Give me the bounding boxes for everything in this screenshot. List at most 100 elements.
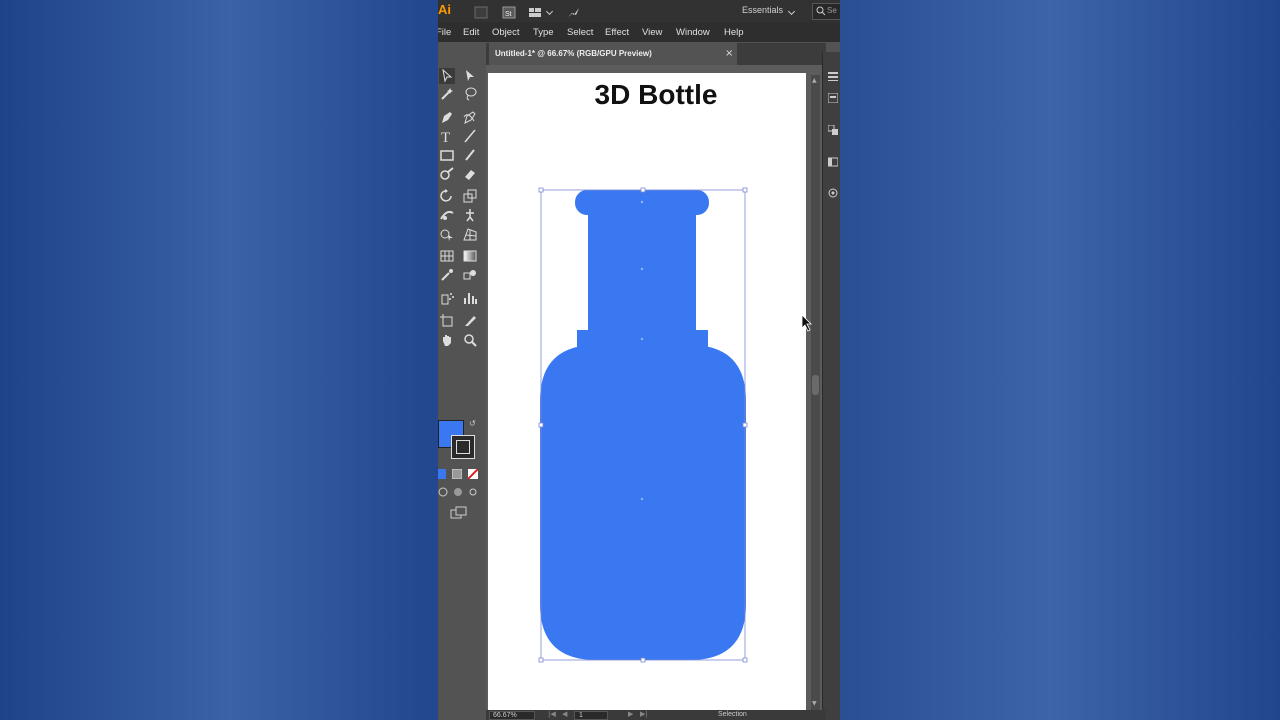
illustrator-window: Ai St Essentials Se File Edit Object Typ… xyxy=(438,0,840,720)
menu-select[interactable]: Select xyxy=(567,27,593,38)
bridge-icon[interactable] xyxy=(474,4,488,19)
artboard-number-field[interactable]: 1 xyxy=(574,711,608,720)
menu-type[interactable]: Type xyxy=(533,27,554,38)
artboard-title[interactable]: 3D Bottle xyxy=(488,79,824,111)
handle-bottom-right[interactable] xyxy=(742,657,748,663)
none-mode-icon[interactable] xyxy=(468,469,478,479)
gradient-tool-icon[interactable] xyxy=(462,248,478,264)
scroll-up-arrow-icon[interactable]: ▲ xyxy=(812,77,817,84)
menu-help[interactable]: Help xyxy=(724,27,744,38)
eraser-tool-icon[interactable] xyxy=(462,166,478,182)
handle-bottom-center[interactable] xyxy=(640,657,646,663)
document-tab-bar: Untitled-1* @ 66.67% (RGB/GPU Preview) × xyxy=(486,43,826,65)
layers-panel-icon[interactable] xyxy=(827,88,839,104)
mouse-cursor-icon xyxy=(801,314,812,332)
shaper-tool-icon[interactable] xyxy=(439,166,455,182)
transform-panel-icon[interactable] xyxy=(828,183,838,198)
zoom-tool-icon[interactable] xyxy=(462,332,478,348)
vertical-scrollbar[interactable]: ▲ ▼ xyxy=(811,75,820,710)
menu-effect[interactable]: Effect xyxy=(605,27,629,38)
first-artboard-icon[interactable]: |◀ xyxy=(548,710,556,718)
next-artboard-icon[interactable]: ▶ xyxy=(628,710,633,718)
paintbrush-tool-icon[interactable] xyxy=(462,147,478,163)
menu-window[interactable]: Window xyxy=(676,27,710,38)
search-icon xyxy=(816,6,826,16)
menu-bar: File Edit Object Type Select Effect View… xyxy=(438,22,840,42)
artboard-tool-icon[interactable] xyxy=(439,313,455,329)
handle-top-center[interactable] xyxy=(640,187,646,193)
artboard[interactable]: 3D Bottle xyxy=(488,73,806,713)
arrange-documents-icon[interactable] xyxy=(528,4,542,17)
slice-tool-icon[interactable] xyxy=(462,313,478,329)
properties-panel-icon[interactable] xyxy=(828,66,838,81)
bottle-body[interactable] xyxy=(540,345,746,660)
search-placeholder: Se xyxy=(827,6,837,15)
type-tool-icon[interactable]: T xyxy=(439,128,455,144)
magic-wand-tool-icon[interactable] xyxy=(439,86,455,102)
stroke-color-swatch[interactable] xyxy=(451,435,475,459)
menu-file[interactable]: File xyxy=(438,27,451,38)
curvature-tool-icon[interactable] xyxy=(462,109,478,125)
zoom-level-field[interactable]: 66.67% xyxy=(489,711,535,720)
hand-tool-icon[interactable] xyxy=(439,332,455,348)
scroll-down-arrow-icon[interactable]: ▼ xyxy=(812,700,817,707)
close-icon[interactable]: × xyxy=(725,48,733,59)
handle-top-left[interactable] xyxy=(538,187,544,193)
blend-tool-icon[interactable] xyxy=(462,267,478,283)
scrollbar-thumb[interactable] xyxy=(812,375,819,395)
svg-text:St: St xyxy=(505,11,512,18)
rotate-tool-icon[interactable] xyxy=(439,188,455,204)
current-tool-status: Selection xyxy=(718,711,747,718)
chevron-down-icon[interactable] xyxy=(545,7,554,16)
panel-dock xyxy=(822,52,840,720)
canvas-area[interactable]: 3D Bottle ▲ ▼ xyxy=(486,65,826,713)
pen-tool-icon[interactable] xyxy=(439,109,455,125)
color-mode-icon[interactable] xyxy=(438,469,446,479)
stock-icon[interactable]: St xyxy=(502,4,516,19)
appearance-panel-icon[interactable] xyxy=(827,152,839,167)
menu-view[interactable]: View xyxy=(642,27,662,38)
svg-text:T: T xyxy=(441,130,450,144)
swap-fill-stroke-icon[interactable]: ↺ xyxy=(469,419,476,428)
bottle-neck[interactable] xyxy=(588,214,696,332)
draw-normal-icon[interactable] xyxy=(438,487,448,497)
workspace-switcher[interactable]: Essentials xyxy=(742,5,783,15)
handle-bottom-left[interactable] xyxy=(538,657,544,663)
selection-tool-icon[interactable] xyxy=(439,68,455,84)
direct-selection-tool-icon[interactable] xyxy=(462,68,478,84)
menu-edit[interactable]: Edit xyxy=(463,27,479,38)
handle-middle-right[interactable] xyxy=(742,422,748,428)
handle-middle-left[interactable] xyxy=(538,422,544,428)
puppet-warp-tool-icon[interactable] xyxy=(462,207,478,223)
menu-object[interactable]: Object xyxy=(492,27,519,38)
previous-artboard-icon[interactable]: ◀ xyxy=(562,710,567,718)
status-bar: 66.67% |◀ ◀ 1 ▶ ▶| Selection xyxy=(486,710,826,720)
screen-mode-icon[interactable] xyxy=(450,506,468,520)
libraries-panel-icon[interactable] xyxy=(827,120,838,135)
bottle-artwork[interactable] xyxy=(538,187,748,663)
search-stock-field[interactable]: Se xyxy=(812,3,840,20)
shape-builder-tool-icon[interactable] xyxy=(439,226,455,242)
symbol-sprayer-tool-icon[interactable] xyxy=(439,290,455,306)
mesh-tool-icon[interactable] xyxy=(439,248,455,264)
handle-top-right[interactable] xyxy=(742,187,748,193)
chevron-down-icon[interactable] xyxy=(787,7,796,16)
width-tool-icon[interactable] xyxy=(439,207,455,223)
column-graph-tool-icon[interactable] xyxy=(462,290,478,306)
gradient-mode-icon[interactable] xyxy=(452,469,462,479)
perspective-grid-tool-icon[interactable] xyxy=(462,226,478,242)
last-artboard-icon[interactable]: ▶| xyxy=(640,710,648,718)
tools-panel: T ↺ xyxy=(438,65,482,519)
document-tab-title: Untitled-1* @ 66.67% (RGB/GPU Preview) xyxy=(495,49,652,58)
stroke-inner-square xyxy=(456,440,470,454)
rectangle-tool-icon[interactable] xyxy=(439,147,455,163)
eyedropper-tool-icon[interactable] xyxy=(439,267,455,283)
document-tab[interactable]: Untitled-1* @ 66.67% (RGB/GPU Preview) × xyxy=(489,43,737,65)
lasso-tool-icon[interactable] xyxy=(462,86,478,102)
scale-tool-icon[interactable] xyxy=(462,188,478,204)
illustrator-logo: Ai xyxy=(438,2,451,17)
line-segment-tool-icon[interactable] xyxy=(462,128,478,144)
draw-behind-icon[interactable] xyxy=(453,487,463,497)
draw-inside-icon[interactable] xyxy=(468,487,478,497)
gpu-performance-icon[interactable] xyxy=(566,4,580,17)
